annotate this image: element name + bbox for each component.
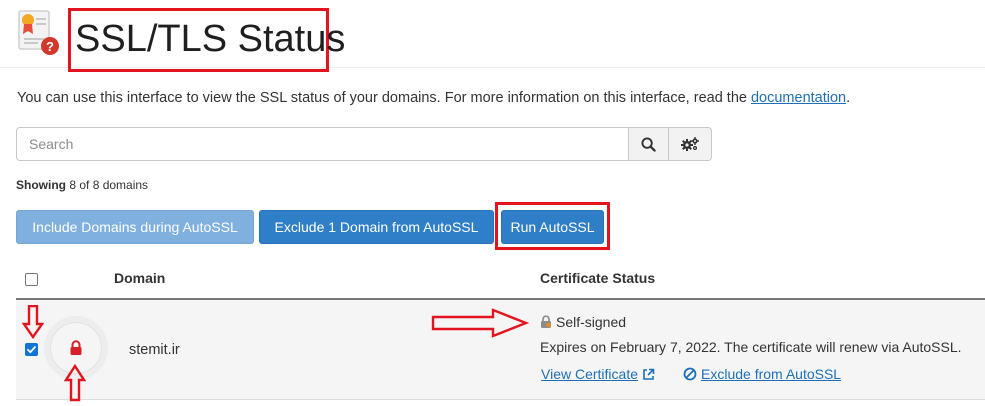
search-input[interactable] [16,127,629,161]
intro-description: You can use this interface to view the S… [17,90,751,106]
search-bar [16,127,712,161]
column-header-domain[interactable]: Domain [114,270,165,286]
gears-icon [681,137,699,151]
select-all-checkbox[interactable] [25,273,38,286]
ban-icon [683,367,697,381]
settings-button[interactable] [668,127,712,161]
search-icon [641,136,656,152]
domain-name: stemit.ir [129,342,180,358]
page-title: SSL/TLS Status [75,18,346,60]
up-arrow-annotation [64,364,86,402]
page-header: ? SSL/TLS Status [0,0,985,72]
exclude-from-autossl-label: Exclude from AutoSSL [701,366,842,382]
lock-icon [70,340,82,355]
column-header-certificate-status[interactable]: Certificate Status [540,270,655,286]
showing-count: Showing 8 of 8 domains [16,178,148,192]
exclude-from-autossl-link[interactable]: Exclude from AutoSSL [683,366,841,382]
exclude-domain-button[interactable]: Exclude 1 Domain from AutoSSL [259,210,494,244]
checkmark-icon [27,346,36,354]
certificate-actions: View Certificate Exclude from AutoSSL [541,366,841,382]
intro-text: You can use this interface to view the S… [17,88,850,108]
row-checkbox[interactable] [25,343,38,356]
documentation-link[interactable]: documentation [751,90,846,106]
showing-label: Showing [16,178,66,192]
svg-text:?: ? [46,39,54,54]
run-autossl-button[interactable]: Run AutoSSL [501,210,604,244]
showing-text: 8 of 8 domains [69,178,149,192]
view-certificate-link[interactable]: View Certificate [541,366,655,382]
external-link-icon [643,368,655,380]
table-header: Domain Certificate Status [16,258,985,300]
grey-lock-icon [541,315,551,328]
include-domains-button[interactable]: Include Domains during AutoSSL [16,210,254,244]
ssl-certificate-icon: ? [18,10,60,56]
certificate-status: Self-signed [540,314,626,330]
down-arrow-annotation [22,305,44,339]
intro-suffix: . [846,90,851,106]
certificate-expiry-text: Expires on February 7, 2022. The certifi… [540,339,962,355]
search-button[interactable] [628,127,669,161]
certificate-status-label: Self-signed [556,314,627,330]
right-arrow-annotation [431,308,530,338]
view-certificate-label: View Certificate [541,366,639,382]
